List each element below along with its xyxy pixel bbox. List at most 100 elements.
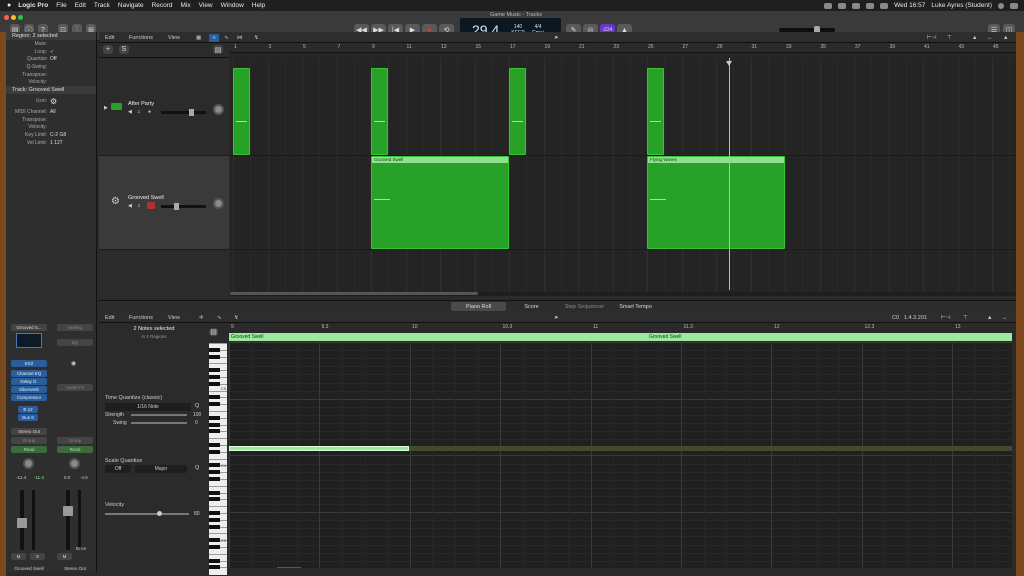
track-pan-knob[interactable]: [213, 104, 224, 115]
piano-keyboard[interactable]: C5 C4 C3: [209, 343, 227, 575]
track-param-row[interactable]: MIDI Channel: All: [6, 108, 96, 116]
quantize-q-button[interactable]: Q: [195, 403, 199, 409]
midi-note[interactable]: [409, 446, 1012, 451]
synth-icon[interactable]: ⚙: [50, 97, 57, 106]
group-slot[interactable]: Group: [11, 437, 47, 444]
track-param-row[interactable]: Key Limit: C-2 G8: [6, 131, 96, 139]
track-volume-handle[interactable]: [189, 109, 194, 116]
menu-track[interactable]: Track: [94, 2, 110, 9]
lane-grooved-swell[interactable]: Grooved Swell Flying Waves: [230, 156, 1016, 250]
more-icon[interactable]: ▲: [1003, 34, 1008, 42]
pan-knob[interactable]: [23, 458, 34, 469]
track-name[interactable]: After Party: [128, 101, 154, 107]
plugin-slot-1[interactable]: ES2: [11, 360, 47, 367]
zoom-in-icon[interactable]: ↔: [987, 34, 993, 42]
scale-root-select[interactable]: Off: [105, 465, 131, 473]
track-param-row[interactable]: Velocity:: [6, 124, 96, 132]
region-param-row[interactable]: Q-Swing:: [6, 63, 96, 71]
black-key[interactable]: [209, 443, 220, 447]
tracks-edit-menu[interactable]: Edit: [105, 34, 114, 42]
pointer-tool-icon[interactable]: ➤: [554, 314, 559, 322]
headphones-icon[interactable]: ♫: [137, 203, 141, 209]
region[interactable]: [509, 68, 526, 155]
menu-window[interactable]: Window: [221, 2, 244, 9]
region[interactable]: [233, 68, 250, 155]
region-inspector-header[interactable]: Region: 2 selected: [6, 32, 96, 40]
bluetooth-icon[interactable]: [838, 2, 847, 9]
menu-app[interactable]: Logic Pro: [18, 2, 48, 9]
track-inspector-header[interactable]: Track: Grooved Swell: [6, 86, 96, 95]
tab-smart-tempo[interactable]: Smart Tempo: [613, 302, 658, 311]
tab-piano-roll[interactable]: Piano Roll: [451, 302, 506, 311]
plugin-slot-4[interactable]: Silververb: [11, 386, 47, 393]
horizontal-scrollbar[interactable]: [230, 292, 1016, 296]
plugin-slot-5[interactable]: Compressor: [11, 394, 47, 401]
black-key[interactable]: [209, 429, 220, 434]
volume-fader[interactable]: [63, 506, 73, 516]
black-key[interactable]: [209, 415, 220, 420]
group-slot[interactable]: Group: [57, 437, 93, 444]
automation-icon[interactable]: ∿: [224, 34, 229, 42]
white-key[interactable]: [209, 343, 227, 344]
region[interactable]: [647, 68, 664, 155]
menu-edit[interactable]: Edit: [75, 2, 86, 9]
setting-button[interactable]: Setting: [57, 324, 93, 331]
solo-button[interactable]: S: [30, 553, 45, 560]
output-slot[interactable]: Stereo Out: [11, 428, 47, 435]
region-grooved-swell[interactable]: Grooved Swell: [371, 156, 509, 249]
swing-slider[interactable]: [131, 422, 187, 424]
track-param-row[interactable]: Transpose:: [6, 116, 96, 124]
automation-icon[interactable]: ∿: [217, 314, 222, 322]
bounce-button[interactable]: Bnce: [76, 546, 86, 551]
quantize-value-select[interactable]: 1/16 Note: [105, 403, 191, 411]
velocity-handle[interactable]: [157, 511, 162, 516]
flex-icon[interactable]: ⋈: [237, 34, 243, 42]
black-key[interactable]: [209, 477, 220, 481]
volume-fader-track[interactable]: [66, 490, 70, 550]
bar-ruler[interactable]: 1 3 5 7 9 11 13 15 17 19 21 23 25 27 29 31 33 35 37 39 41 43 4…: [230, 43, 1016, 53]
zoom-window-button[interactable]: [18, 15, 23, 20]
pointer-tool-icon[interactable]: ➤: [554, 34, 559, 42]
piano-roll-ruler[interactable]: 9 9.3 10 10.3 11 11.3 12 12.3 13: [229, 323, 1012, 333]
region-inspector-toggle[interactable]: ▤: [213, 45, 223, 54]
inspector-toggle-icon[interactable]: ▤: [209, 328, 218, 336]
track-pan-knob[interactable]: [213, 198, 224, 209]
midi-in-icon[interactable]: ✛: [199, 314, 204, 322]
tracks-area[interactable]: Grooved Swell Flying Waves: [230, 58, 1016, 296]
region-param-row[interactable]: Quantize Off: [6, 55, 96, 63]
mute-icon[interactable]: ◀: [128, 203, 132, 209]
minimize-window-button[interactable]: [11, 15, 16, 20]
lane-after-party[interactable]: [230, 58, 1016, 156]
apple-icon[interactable]: ●: [7, 2, 11, 9]
black-key[interactable]: [209, 449, 220, 454]
velocity-slider[interactable]: [105, 513, 189, 515]
battery-icon[interactable]: [866, 2, 875, 9]
black-key[interactable]: [209, 375, 220, 379]
add-track-button[interactable]: +: [103, 45, 113, 54]
wifi-icon[interactable]: [880, 2, 889, 9]
strip-name[interactable]: Grooved S...: [11, 324, 47, 331]
clock[interactable]: Wed 16:57: [894, 2, 925, 9]
search-icon[interactable]: [998, 2, 1004, 9]
white-key[interactable]: [209, 553, 227, 555]
piano-roll-grid[interactable]: [229, 342, 1012, 568]
control-center-icon[interactable]: [1010, 2, 1018, 9]
black-key[interactable]: [209, 395, 220, 400]
catch-icon[interactable]: ↯: [254, 34, 259, 42]
disclosure-icon[interactable]: ▶: [104, 105, 108, 111]
fit-width-icon[interactable]: ⊢⊣: [941, 314, 951, 322]
black-key[interactable]: [209, 517, 220, 522]
global-solo-button[interactable]: S: [119, 45, 129, 54]
automation-mode[interactable]: Read: [11, 446, 47, 453]
marquee-icon[interactable]: ⊤: [963, 314, 968, 322]
send-slot-1[interactable]: B 12: [18, 406, 38, 413]
track-volume-slider[interactable]: [161, 205, 206, 208]
black-key[interactable]: [209, 354, 220, 359]
black-key[interactable]: [209, 470, 220, 475]
black-key[interactable]: [209, 524, 220, 529]
automation-mode[interactable]: Read: [57, 446, 93, 453]
white-key[interactable]: [209, 485, 227, 487]
audio-fx-slot[interactable]: Audio FX: [57, 384, 93, 391]
plugin-slot-2[interactable]: Channel EQ: [11, 370, 47, 377]
scale-q-button[interactable]: Q: [195, 465, 199, 471]
